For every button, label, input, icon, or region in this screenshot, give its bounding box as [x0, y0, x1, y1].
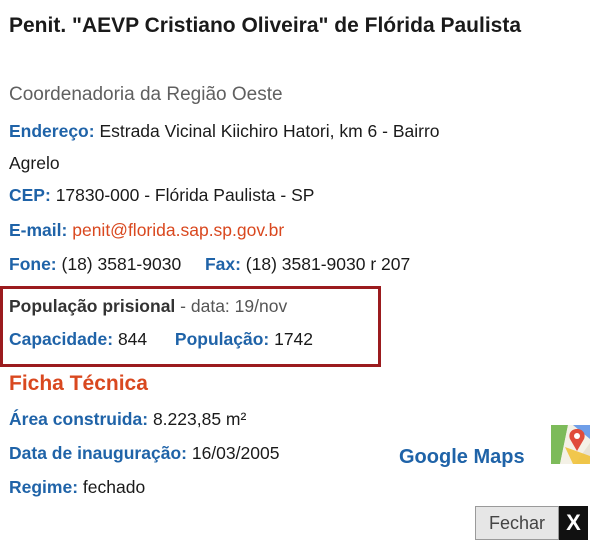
- cep-row: CEP: 17830-000 - Flórida Paulista - SP: [9, 184, 314, 206]
- fax-value: (18) 3581-9030 r 207: [245, 254, 411, 274]
- regime-row: Regime: fechado: [9, 476, 145, 498]
- cep-label: CEP:: [9, 185, 51, 205]
- area-row: Área construida: 8.223,85 m²: [9, 408, 246, 430]
- prison-title: Penit. "AEVP Cristiano Oliveira" de Flór…: [9, 14, 522, 37]
- email-label: E-mail:: [9, 220, 68, 240]
- close-icon[interactable]: X: [559, 506, 588, 540]
- regime-label: Regime:: [9, 477, 79, 497]
- address-row-2: Agrelo: [9, 152, 60, 174]
- close-button[interactable]: Fechar X: [475, 506, 588, 540]
- capacity-value: 844: [117, 329, 148, 349]
- address-line2: Agrelo: [9, 153, 60, 173]
- population-values-row: Capacidade: 844 População: 1742: [9, 328, 313, 350]
- google-maps-link[interactable]: Google Maps: [399, 446, 525, 469]
- population-date: - data: 19/nov: [180, 296, 288, 316]
- inauguration-row: Data de inauguração: 16/03/2005: [9, 442, 279, 464]
- fone-value: (18) 3581-9030: [61, 254, 182, 274]
- inauguration-value: 16/03/2005: [191, 443, 280, 463]
- phone-row: Fone: (18) 3581-9030 Fax: (18) 3581-9030…: [9, 253, 410, 275]
- region-subtitle: Coordenadoria da Região Oeste: [9, 84, 283, 105]
- close-button-label[interactable]: Fechar: [475, 506, 559, 540]
- fone-label: Fone:: [9, 254, 57, 274]
- capacity-label: Capacidade:: [9, 329, 114, 349]
- address-line1: Estrada Vicinal Kiichiro Hatori, km 6 - …: [99, 121, 440, 141]
- email-link[interactable]: penit@florida.sap.sp.gov.br: [72, 220, 284, 240]
- population-value: 1742: [274, 329, 314, 349]
- cep-value: 17830-000 - Flórida Paulista - SP: [55, 185, 315, 205]
- area-label: Área construida:: [9, 409, 149, 429]
- ficha-tecnica-heading: Ficha Técnica: [9, 372, 148, 395]
- population-title-row: População prisional - data: 19/nov: [9, 295, 287, 317]
- address-label: Endereço:: [9, 121, 95, 141]
- population-label: População:: [174, 329, 270, 349]
- population-title: População prisional: [9, 296, 176, 316]
- inauguration-label: Data de inauguração:: [9, 443, 187, 463]
- address-row: Endereço: Estrada Vicinal Kiichiro Hator…: [9, 120, 440, 142]
- fax-label: Fax:: [204, 254, 241, 274]
- regime-value: fechado: [82, 477, 146, 497]
- google-maps-icon[interactable]: [551, 425, 590, 464]
- email-row: E-mail: penit@florida.sap.sp.gov.br: [9, 219, 284, 241]
- area-value: 8.223,85 m²: [152, 409, 247, 429]
